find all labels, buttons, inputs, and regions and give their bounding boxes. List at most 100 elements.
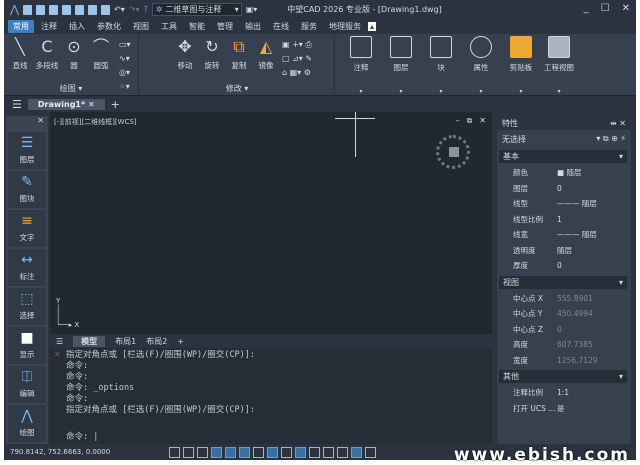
close-properties-icon[interactable]: ⇹ ✕ — [610, 119, 626, 128]
toolbar-select[interactable]: ⬚ 选择 — [8, 288, 46, 325]
tab-parametric[interactable]: 参数化 — [92, 20, 126, 33]
tab-layout2[interactable]: 布局2 — [146, 336, 167, 347]
selection-tools-icon[interactable]: ▾ ⧉ ⊕ ⚡ — [596, 134, 626, 144]
modify-group-title[interactable]: 修改 ▾ — [140, 83, 334, 94]
minimize-button[interactable]: _ — [584, 3, 589, 14]
tab-manage[interactable]: 管理 — [212, 20, 238, 33]
close-toolbar-icon[interactable]: ✕ — [6, 116, 48, 130]
help-icon[interactable]: ? — [143, 5, 147, 14]
drawing-view-panel[interactable]: 工程视图 ▾ — [539, 36, 579, 95]
tab-output[interactable]: 输出 — [240, 20, 266, 33]
annotation-panel[interactable]: 注释 ▾ — [341, 36, 381, 95]
publish-icon[interactable] — [75, 4, 85, 15]
toolbar-layer[interactable]: ☰ 图层 — [8, 132, 46, 169]
save-icon[interactable] — [49, 4, 59, 15]
tab-model[interactable]: 模型 — [73, 336, 106, 347]
tab-drawing1[interactable]: Drawing1* ✕ — [27, 98, 105, 110]
toolbar-draw[interactable]: ⋀ 绘图 — [8, 405, 46, 442]
annotation-toggle[interactable] — [351, 446, 362, 458]
ucs-open-value[interactable]: 是 — [557, 403, 631, 414]
print-icon[interactable] — [88, 4, 98, 15]
layer-value[interactable]: 0 — [557, 184, 631, 193]
linetype-scale-value[interactable]: 1 — [557, 215, 631, 224]
tab-online[interactable]: 在线 — [268, 20, 294, 33]
tab-annotate[interactable]: 注释 — [36, 20, 62, 33]
tab-geo[interactable]: 地理服务 — [324, 20, 366, 33]
copy-tool[interactable]: ⧉ 复制 — [226, 37, 252, 71]
layout-menu-icon[interactable]: ☰ — [56, 337, 63, 346]
am-toggle[interactable] — [337, 446, 348, 458]
polar-toggle[interactable] — [211, 446, 222, 458]
open-icon[interactable] — [36, 4, 46, 15]
ortho-toggle[interactable] — [197, 446, 208, 458]
close-command-icon[interactable]: ✕ — [54, 350, 61, 359]
viewport-restore[interactable]: ⧉ — [467, 116, 473, 126]
command-input[interactable]: 命令: | — [66, 430, 98, 442]
dynucs-toggle[interactable] — [253, 446, 264, 458]
toolbar-display[interactable]: ■ 显示 — [8, 327, 46, 364]
arc-tool[interactable]: ⌒ 圆弧 — [88, 37, 114, 71]
mirror-tool[interactable]: ◭ 镜像 — [253, 37, 279, 71]
tab-insert[interactable]: 插入 — [64, 20, 90, 33]
ribbon-toggle-icon[interactable]: ▴ — [368, 22, 377, 31]
annotation-scale-value[interactable]: 1:1 — [557, 388, 631, 397]
new-icon[interactable] — [23, 4, 33, 15]
new-tab-button[interactable]: + — [111, 98, 120, 111]
maximize-button[interactable]: ☐ — [601, 3, 610, 14]
viewport-close[interactable]: ✕ — [479, 116, 486, 126]
block-panel[interactable]: 块 ▾ — [421, 36, 461, 95]
clipboard-panel[interactable]: 剪贴板 ▾ — [501, 36, 541, 95]
polyline-tool[interactable]: C 多段线 — [34, 37, 60, 71]
add-layout-button[interactable]: + — [177, 337, 184, 346]
toolbar-dimension[interactable]: ↔ 标注 — [8, 249, 46, 286]
save-as-icon[interactable] — [62, 4, 72, 15]
osnap-toggle[interactable] — [225, 446, 236, 458]
tab-services[interactable]: 服务 — [296, 20, 322, 33]
close-button[interactable]: ✕ — [622, 3, 630, 14]
move-tool[interactable]: ✥ 移动 — [172, 37, 198, 71]
redo-icon[interactable]: ↷▾ — [129, 5, 140, 14]
tab-tools[interactable]: 工具 — [156, 20, 182, 33]
toolbar-text[interactable]: ≡ 文字 — [8, 210, 46, 247]
linetype-value[interactable]: ——— 随层 — [557, 198, 631, 209]
otrack-toggle[interactable] — [239, 446, 250, 458]
tab-home[interactable]: 常用 — [8, 20, 34, 33]
lineweight-toggle[interactable] — [281, 446, 292, 458]
line-tool[interactable]: ╲ 直线 — [7, 37, 33, 71]
workspace-toggle[interactable] — [365, 446, 376, 458]
viewport-minimize[interactable]: – — [456, 116, 460, 126]
workspace-select[interactable]: ✲ 二维草图与注释 ▾ — [151, 3, 242, 16]
modify-small-tools[interactable]: ▣ ∔▾ ⎙ ▢ ⊿▾ ✎ ⌂ ▦▾ ⚙ — [282, 38, 312, 80]
layer-panel[interactable]: 图层 ▾ — [381, 36, 421, 95]
properties-panel-button[interactable]: 属性 ▾ — [461, 36, 501, 95]
rotate-tool[interactable]: ↻ 旋转 — [199, 37, 225, 71]
snap-toggle[interactable] — [183, 446, 194, 458]
toolbar-edit[interactable]: ⎅ 编辑 — [8, 366, 46, 403]
thickness-value[interactable]: 0 — [557, 261, 631, 270]
dyn-toggle[interactable] — [267, 446, 278, 458]
section-basic[interactable]: 基本 ▾ — [499, 150, 627, 163]
menu-icon[interactable]: ☰ — [12, 98, 22, 111]
circle-tool[interactable]: ⊙ 圆 — [61, 37, 87, 71]
draw-group-title[interactable]: 绘图 ▾ — [4, 83, 138, 94]
qp-toggle[interactable] — [309, 446, 320, 458]
tab-layout1[interactable]: 布局1 — [115, 336, 136, 347]
undo-icon[interactable]: ↶▾ — [114, 5, 125, 14]
viewport-label[interactable]: [-][前视][二维线框][WCS] — [54, 117, 137, 127]
section-other[interactable]: 其他 ▾ — [499, 370, 627, 383]
customize-icon[interactable]: ▣▾ — [246, 5, 258, 14]
tab-view[interactable]: 视图 — [128, 20, 154, 33]
tpy-toggle[interactable] — [295, 446, 306, 458]
tab-smart[interactable]: 智能 — [184, 20, 210, 33]
grid-toggle[interactable] — [169, 446, 180, 458]
color-value[interactable]: ■ 随层 — [557, 167, 631, 178]
section-view[interactable]: 视图 ▾ — [499, 275, 627, 289]
preview-icon[interactable] — [101, 4, 111, 15]
drawing-canvas[interactable]: [-][前视][二维线框][WCS] – ⧉ ✕ Y │ │ └──▸ X — [50, 112, 492, 334]
transparency-value[interactable]: 随层 — [557, 245, 631, 256]
sc-toggle[interactable] — [323, 446, 334, 458]
selection-dropdown[interactable]: 无选择 — [502, 134, 526, 145]
toolbar-block[interactable]: ✎ 图块 — [8, 171, 46, 208]
lineweight-value[interactable]: ——— 随层 — [557, 229, 631, 240]
view-cube[interactable] — [436, 135, 470, 169]
